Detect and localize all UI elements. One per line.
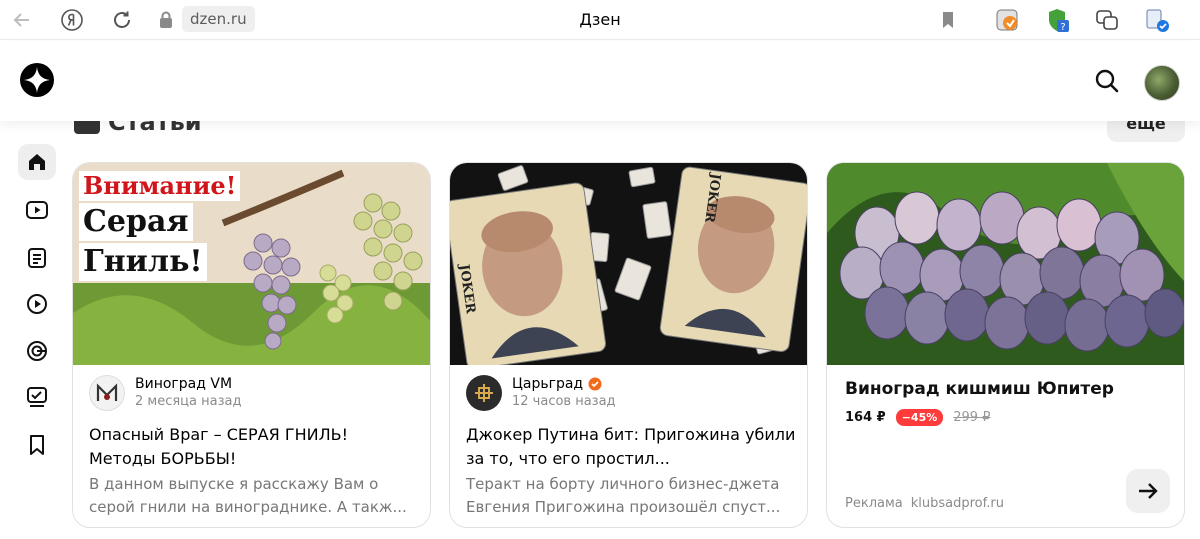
bookmark-icon — [30, 435, 44, 455]
ad-prices: 164 ₽ −45% 299 ₽ — [845, 409, 990, 426]
article-icon — [28, 248, 46, 268]
publish-time: 2 месяца назад — [135, 393, 242, 409]
sidebar-item-bookmarks[interactable] — [18, 427, 56, 463]
arrow-right-icon — [1139, 483, 1158, 499]
article-title[interactable]: Джокер Путина бит: Пригожина убили за то… — [466, 423, 796, 471]
article-image[interactable]: Внимание! Серая Гниль! — [73, 163, 430, 365]
publish-time: 12 часов назад — [512, 393, 616, 409]
ad-open-button[interactable] — [1126, 469, 1170, 513]
ad-domain[interactable]: klubsadprof.ru — [911, 496, 1004, 511]
user-avatar[interactable] — [1144, 65, 1180, 101]
reload-button[interactable] — [108, 6, 136, 34]
sidebar-item-subscriptions[interactable] — [18, 333, 56, 369]
article-card[interactable]: Внимание! Серая Гниль! Виноград VM 2 мес… — [72, 162, 431, 528]
article-image[interactable]: JOKER JOKER — [450, 163, 807, 365]
discount-badge: −45% — [895, 409, 944, 426]
search-button[interactable] — [1093, 67, 1121, 95]
reload-icon — [114, 11, 130, 28]
back-button[interactable] — [8, 6, 36, 34]
ad-image[interactable] — [827, 163, 1184, 365]
shorts-icon — [27, 294, 47, 314]
profile-check-icon — [1146, 9, 1169, 32]
channel-name[interactable]: Виноград VM — [135, 376, 241, 393]
ad-label: Реклама — [845, 496, 903, 511]
sidebar-item-shorts[interactable] — [18, 286, 56, 322]
article-title[interactable]: Опасный Враг – СЕРАЯ ГНИЛЬ! Методы БОРЬБ… — [89, 423, 419, 471]
old-price: 299 ₽ — [953, 410, 991, 425]
address-bar[interactable]: dzen.ru — [182, 6, 255, 32]
dzen-logo[interactable] — [20, 63, 54, 97]
arrow-left-icon — [13, 13, 29, 27]
ad-title[interactable]: Виноград кишмиш Юпитер — [845, 379, 1114, 399]
verified-badge-icon — [588, 377, 602, 391]
article-snippet: Теракт на борту личного бизнес-джета Евг… — [466, 475, 781, 516]
search-icon — [1095, 69, 1119, 93]
translate-icon — [1096, 10, 1118, 30]
bookmark-icon — [943, 12, 953, 28]
extension-3[interactable] — [1093, 6, 1121, 34]
browser-toolbar: dzen.ru Дзен ? — [0, 0, 1200, 40]
article-source[interactable]: Виноград VM 2 месяца назад — [89, 375, 241, 411]
svg-text:?: ? — [1060, 22, 1065, 33]
sidebar-item-articles[interactable] — [18, 240, 56, 276]
sidebar-item-home[interactable] — [18, 144, 56, 180]
article-source[interactable]: Царьград 12 часов назад — [466, 375, 616, 411]
subscriptions-icon — [27, 341, 47, 361]
yandex-icon — [61, 9, 83, 31]
article-snippet: В данном выпуске я расскажу Вам о серой … — [89, 475, 407, 516]
yandex-button[interactable] — [58, 6, 86, 34]
article-card[interactable]: JOKER JOKER Царьград 12 часов назад Джок… — [449, 162, 808, 528]
site-header — [0, 41, 1200, 121]
extension-2[interactable]: ? — [1043, 6, 1071, 34]
extension-4[interactable] — [1143, 6, 1171, 34]
lock-icon[interactable] — [156, 9, 176, 31]
channel-avatar — [466, 375, 502, 411]
video-icon — [26, 201, 48, 219]
download-shield-icon: ? — [1049, 9, 1069, 33]
channel-name[interactable]: Царьград — [512, 376, 616, 393]
checklist-icon — [27, 387, 47, 407]
ad-meta: Реклама klubsadprof.ru — [845, 496, 1004, 511]
current-price: 164 ₽ — [845, 410, 886, 425]
home-icon — [29, 154, 45, 170]
dzen-star-icon — [24, 67, 50, 93]
sidebar-item-video[interactable] — [18, 192, 56, 228]
tsargrad-cross-icon — [475, 384, 493, 402]
extension-1[interactable] — [993, 6, 1021, 34]
image-caption: Внимание! Серая Гниль! — [79, 171, 241, 281]
extension-puzzle-icon — [996, 9, 1018, 31]
channel-avatar — [89, 375, 125, 411]
ad-card[interactable]: Виноград кишмиш Юпитер 164 ₽ −45% 299 ₽ … — [826, 162, 1185, 528]
sidebar-item-tasks[interactable] — [18, 379, 56, 415]
bookmark-page-button[interactable] — [934, 6, 962, 34]
channel-logo-icon — [96, 383, 118, 401]
